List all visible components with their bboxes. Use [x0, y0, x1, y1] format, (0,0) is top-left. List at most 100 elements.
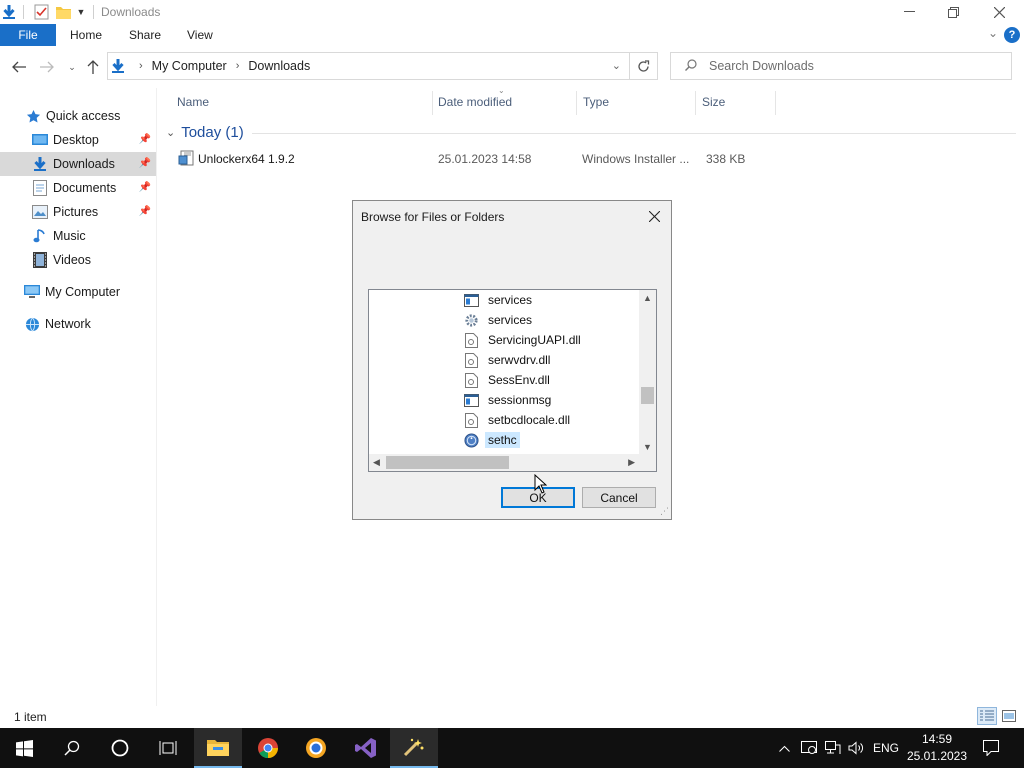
sidebar-item-my-computer[interactable]: My Computer	[0, 280, 156, 304]
documents-icon	[32, 180, 48, 196]
sidebar-item-quick-access[interactable]: Quick access	[0, 104, 156, 128]
clock[interactable]: 14:59 25.01.2023	[904, 731, 970, 765]
horizontal-scroll-thumb[interactable]	[386, 456, 509, 469]
up-button[interactable]	[83, 57, 103, 77]
volume-icon[interactable]	[846, 728, 866, 768]
file-date: 25.01.2023 14:58	[438, 152, 532, 166]
expand-ribbon-icon[interactable]: ⌄	[988, 26, 998, 40]
pin-icon[interactable]: 📌	[139, 158, 151, 169]
column-header-size[interactable]: Size	[702, 93, 725, 111]
close-button[interactable]	[976, 0, 1022, 24]
breadcrumb-my-computer[interactable]: My Computer	[152, 59, 227, 73]
tree-item[interactable]: setbcdlocale.dll	[463, 410, 573, 430]
security-tray-icon[interactable]	[799, 728, 819, 768]
pin-icon[interactable]: 📌	[139, 206, 151, 217]
dll-file-icon	[463, 352, 479, 368]
visual-studio-taskbar-icon[interactable]	[342, 728, 390, 768]
back-button[interactable]	[9, 57, 29, 77]
tab-view[interactable]: View	[187, 24, 213, 46]
search-placeholder: Search Downloads	[709, 59, 814, 73]
qat-customize-icon[interactable]: ▼	[74, 3, 88, 21]
browser-taskbar-icon[interactable]	[292, 728, 340, 768]
address-bar[interactable]: › My Computer › Downloads ⌄	[107, 52, 630, 80]
details-view-icon[interactable]	[977, 707, 997, 725]
star-icon	[25, 108, 41, 124]
breadcrumb-separator-icon[interactable]: ›	[139, 60, 143, 72]
recent-locations-icon[interactable]: ⌄	[62, 57, 82, 77]
cancel-button[interactable]: Cancel	[582, 487, 656, 508]
address-dropdown-icon[interactable]: ⌄	[612, 59, 621, 72]
dll-file-icon	[463, 332, 479, 348]
new-folder-icon[interactable]	[55, 3, 71, 21]
tree-item[interactable]: sessionmsg	[463, 390, 554, 410]
vertical-scrollbar[interactable]: ▲ ▼	[639, 290, 656, 455]
scroll-down-icon[interactable]: ▼	[643, 442, 652, 452]
tree-item[interactable]: SessEnv.dll	[463, 370, 553, 390]
sidebar-item-desktop[interactable]: Desktop 📌	[0, 128, 156, 152]
file-row[interactable]: Unlockerx64 1.9.2 25.01.2023 14:58 Windo…	[170, 148, 800, 170]
network-tray-icon[interactable]	[823, 728, 843, 768]
search-button[interactable]	[48, 728, 96, 768]
cortana-button[interactable]	[96, 728, 144, 768]
column-header-name[interactable]: Name	[177, 93, 209, 111]
breadcrumb-downloads[interactable]: Downloads	[248, 59, 310, 73]
large-icons-view-icon[interactable]	[999, 707, 1019, 725]
sidebar-item-network[interactable]: Network	[0, 312, 156, 336]
dialog-close-button[interactable]	[643, 206, 665, 226]
tree-item[interactable]: serwvdrv.dll	[463, 350, 553, 370]
accessibility-icon	[463, 432, 479, 448]
sidebar-item-pictures[interactable]: Pictures 📌	[0, 200, 156, 224]
group-header-today[interactable]: ⌄ Today (1)	[166, 124, 244, 141]
column-header-date-modified[interactable]: Date modified	[438, 93, 512, 111]
search-input[interactable]: Search Downloads	[670, 52, 1012, 80]
tab-home[interactable]: Home	[70, 24, 102, 46]
task-view-button[interactable]	[144, 728, 192, 768]
chrome-taskbar-icon[interactable]	[244, 728, 292, 768]
tab-share[interactable]: Share	[129, 24, 161, 46]
file-name: Unlockerx64 1.9.2	[198, 152, 295, 166]
tab-file[interactable]: File	[0, 24, 56, 46]
sort-indicator-icon: ⌄	[498, 86, 505, 95]
breadcrumb-separator-icon[interactable]: ›	[236, 60, 240, 72]
sidebar-item-music[interactable]: Music	[0, 224, 156, 248]
notifications-icon[interactable]	[980, 728, 1002, 768]
window-file-icon	[463, 392, 479, 408]
show-hidden-icons-icon[interactable]	[776, 728, 792, 768]
tree-item[interactable]: services	[463, 290, 535, 310]
vertical-scroll-thumb[interactable]	[641, 387, 654, 404]
column-header-type[interactable]: Type	[583, 93, 609, 111]
download-icon	[110, 58, 126, 74]
horizontal-scrollbar[interactable]: ◀ ▶	[369, 454, 639, 471]
sidebar-item-videos[interactable]: Videos	[0, 248, 156, 272]
file-size: 338 KB	[706, 152, 746, 166]
restore-button[interactable]	[930, 0, 976, 24]
help-icon[interactable]: ?	[1004, 27, 1020, 43]
properties-icon[interactable]	[32, 3, 50, 21]
gear-file-icon	[463, 312, 479, 328]
download-icon	[0, 3, 18, 21]
window-file-icon	[463, 292, 479, 308]
navigation-bar: ⌄ › My Computer › Downloads ⌄ Search Dow…	[0, 50, 1024, 84]
desktop-icon	[32, 132, 48, 148]
pin-icon[interactable]: 📌	[139, 134, 151, 145]
resize-grip-icon[interactable]: ⋰	[660, 506, 669, 517]
collapse-group-icon[interactable]: ⌄	[166, 126, 175, 139]
clock-date: 25.01.2023	[906, 749, 968, 763]
tree-item-selected[interactable]: sethc	[463, 430, 520, 450]
language-indicator[interactable]: ENG	[870, 728, 902, 768]
scroll-up-icon[interactable]: ▲	[643, 293, 652, 303]
folder-tree[interactable]: services services ServicingUAPI.dll serw…	[368, 289, 657, 472]
scroll-left-icon[interactable]: ◀	[373, 457, 380, 468]
file-explorer-taskbar-icon[interactable]	[194, 728, 242, 768]
unlocker-taskbar-icon[interactable]	[390, 728, 438, 768]
tree-item[interactable]: services	[463, 310, 535, 330]
forward-button[interactable]	[37, 57, 57, 77]
minimize-button[interactable]	[886, 0, 932, 24]
scroll-right-icon[interactable]: ▶	[628, 457, 635, 468]
pin-icon[interactable]: 📌	[139, 182, 151, 193]
tree-item[interactable]: ServicingUAPI.dll	[463, 330, 584, 350]
sidebar-item-documents[interactable]: Documents 📌	[0, 176, 156, 200]
sidebar-item-downloads[interactable]: Downloads 📌	[0, 152, 156, 176]
refresh-button[interactable]	[630, 52, 658, 80]
start-button[interactable]	[0, 728, 48, 768]
